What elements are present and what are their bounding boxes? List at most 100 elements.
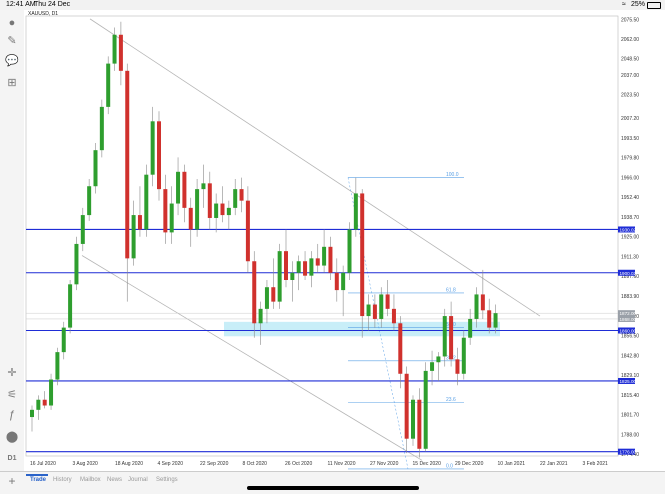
date-tick-label: 10 Jan 2021 bbox=[498, 461, 526, 467]
price-tick-label: 1856.50 bbox=[621, 334, 639, 340]
draw-objects-icon[interactable]: ⚟ bbox=[4, 388, 20, 402]
bottom-tab-bar: + Trade History Mailbox News Journal Set… bbox=[0, 471, 665, 494]
price-tick-label: 1993.50 bbox=[621, 136, 639, 142]
price-tick-label: 2037.00 bbox=[621, 73, 639, 79]
price-tick-label: 1815.40 bbox=[621, 393, 639, 399]
price-tick-label: 1842.80 bbox=[621, 353, 639, 359]
bullish-candle bbox=[144, 174, 149, 230]
price-tick-label: 1952.40 bbox=[621, 195, 639, 201]
indicator-f-icon[interactable]: ƒ bbox=[4, 408, 20, 422]
bullish-candle bbox=[309, 258, 314, 276]
price-tick-label: 1788.00 bbox=[621, 432, 639, 438]
bearish-candle bbox=[404, 373, 409, 439]
bullish-candle bbox=[99, 106, 104, 151]
bearish-candle bbox=[207, 183, 212, 218]
bearish-candle bbox=[182, 171, 187, 208]
date-tick-label: 4 Sep 2020 bbox=[158, 461, 184, 467]
bullish-candle bbox=[461, 337, 466, 374]
price-tick-label: 1801.70 bbox=[621, 413, 639, 419]
level-price-label: 1825.00 bbox=[620, 379, 637, 384]
bearish-candle bbox=[220, 203, 225, 216]
chart-canvas[interactable]: 2075.50 2062.00 2048.50 2037.00 2023.50 2007.… bbox=[24, 10, 665, 471]
bearish-candle bbox=[245, 200, 250, 262]
fib-level-label: 100.0 bbox=[446, 172, 459, 178]
bullish-candle bbox=[150, 121, 155, 175]
crosshair-icon[interactable]: ✛ bbox=[4, 366, 20, 380]
fib-level-label: 23.6 bbox=[446, 397, 456, 403]
current-price-label: 1872.00 bbox=[620, 311, 637, 316]
price-tick-label: 2062.00 bbox=[621, 37, 639, 43]
current-price-label: 1868.00 bbox=[620, 317, 637, 322]
date-tick-label: 22 Jan 2021 bbox=[540, 461, 568, 467]
bearish-candle bbox=[239, 189, 244, 201]
bullish-candle bbox=[468, 318, 473, 338]
bullish-candle bbox=[80, 215, 85, 244]
date-tick-label: 22 Sep 2020 bbox=[200, 461, 229, 467]
bearish-candle bbox=[303, 261, 308, 276]
price-tick-label: 2023.50 bbox=[621, 93, 639, 99]
tab-history[interactable]: History bbox=[53, 477, 72, 483]
tab-settings[interactable]: Settings bbox=[156, 477, 178, 483]
bullish-candle bbox=[430, 362, 435, 371]
date-tick-label: 18 Aug 2020 bbox=[115, 461, 143, 467]
bearish-candle bbox=[42, 399, 47, 406]
bearish-candle bbox=[334, 272, 339, 291]
bullish-candle bbox=[74, 243, 79, 285]
tab-mailbox[interactable]: Mailbox bbox=[80, 477, 101, 483]
bullish-candle bbox=[290, 272, 295, 280]
bullish-candle bbox=[493, 313, 498, 328]
tab-journal[interactable]: Journal bbox=[128, 477, 148, 483]
date-tick-label: 27 Nov 2020 bbox=[370, 461, 399, 467]
bullish-candle bbox=[93, 150, 98, 187]
bullish-candle bbox=[353, 193, 358, 230]
bullish-candle bbox=[226, 207, 231, 216]
bearish-candle bbox=[398, 323, 403, 374]
add-indicator-icon[interactable]: ⊞ bbox=[4, 76, 20, 90]
bullish-candle bbox=[201, 183, 206, 190]
bullish-candle bbox=[36, 399, 41, 410]
bearish-candle bbox=[271, 287, 276, 302]
level-price-label: 1900.02 bbox=[620, 271, 637, 276]
bearish-candle bbox=[328, 246, 333, 273]
bullish-candle bbox=[112, 34, 117, 64]
fib-level-label: 61.8 bbox=[446, 287, 456, 293]
bearish-candle bbox=[125, 70, 130, 259]
bearish-candle bbox=[480, 294, 485, 311]
bullish-candle bbox=[379, 294, 384, 319]
bullish-candle bbox=[49, 379, 54, 406]
trendline-lower bbox=[81, 255, 423, 461]
left-toolbar: ● ✎ 💬 ⊞ ✛ ⚟ ƒ ⬤ D1 bbox=[0, 10, 25, 471]
date-tick-label: 3 Feb 2021 bbox=[583, 461, 609, 467]
bullish-candle bbox=[423, 370, 428, 449]
date-tick-label: 29 Dec 2020 bbox=[455, 461, 484, 467]
price-tick-label: 1966.00 bbox=[621, 176, 639, 182]
bearish-candle bbox=[385, 294, 390, 309]
bullish-candle bbox=[195, 189, 200, 230]
timeframe-button[interactable]: D1 bbox=[4, 452, 20, 466]
battery-icon bbox=[647, 2, 661, 9]
bearish-candle bbox=[449, 316, 454, 360]
bullish-candle bbox=[264, 287, 269, 309]
date-tick-label: 11 Nov 2020 bbox=[328, 461, 356, 467]
date-tick-label: 16 Jul 2020 bbox=[30, 461, 56, 467]
bullish-candle bbox=[474, 294, 479, 319]
shapes-icon[interactable]: ⬤ bbox=[4, 430, 20, 444]
bullish-candle bbox=[436, 356, 441, 363]
bearish-candle bbox=[137, 215, 142, 230]
add-icon[interactable]: + bbox=[4, 474, 20, 488]
price-chart[interactable]: 2075.50 2062.00 2048.50 2037.00 2023.50 2007.… bbox=[24, 10, 665, 471]
bullish-candle bbox=[322, 246, 327, 266]
bullish-candle bbox=[233, 189, 238, 208]
chat-icon[interactable]: 💬 bbox=[4, 54, 20, 68]
fib-level-label: 0.0 bbox=[446, 463, 453, 469]
price-tick-label: 1925.00 bbox=[621, 235, 639, 241]
price-tick-label: 2075.50 bbox=[621, 18, 639, 24]
bearish-candle bbox=[188, 207, 193, 230]
tab-trade[interactable]: Trade bbox=[30, 477, 46, 483]
one-click-trading-icon[interactable]: ✎ bbox=[4, 34, 20, 48]
date-tick-label: 3 Aug 2020 bbox=[73, 461, 99, 467]
tab-news[interactable]: News bbox=[107, 477, 122, 483]
price-tick-label: 1911.30 bbox=[621, 254, 639, 260]
account-icon[interactable]: ● bbox=[4, 16, 20, 30]
bullish-candle bbox=[347, 229, 352, 273]
